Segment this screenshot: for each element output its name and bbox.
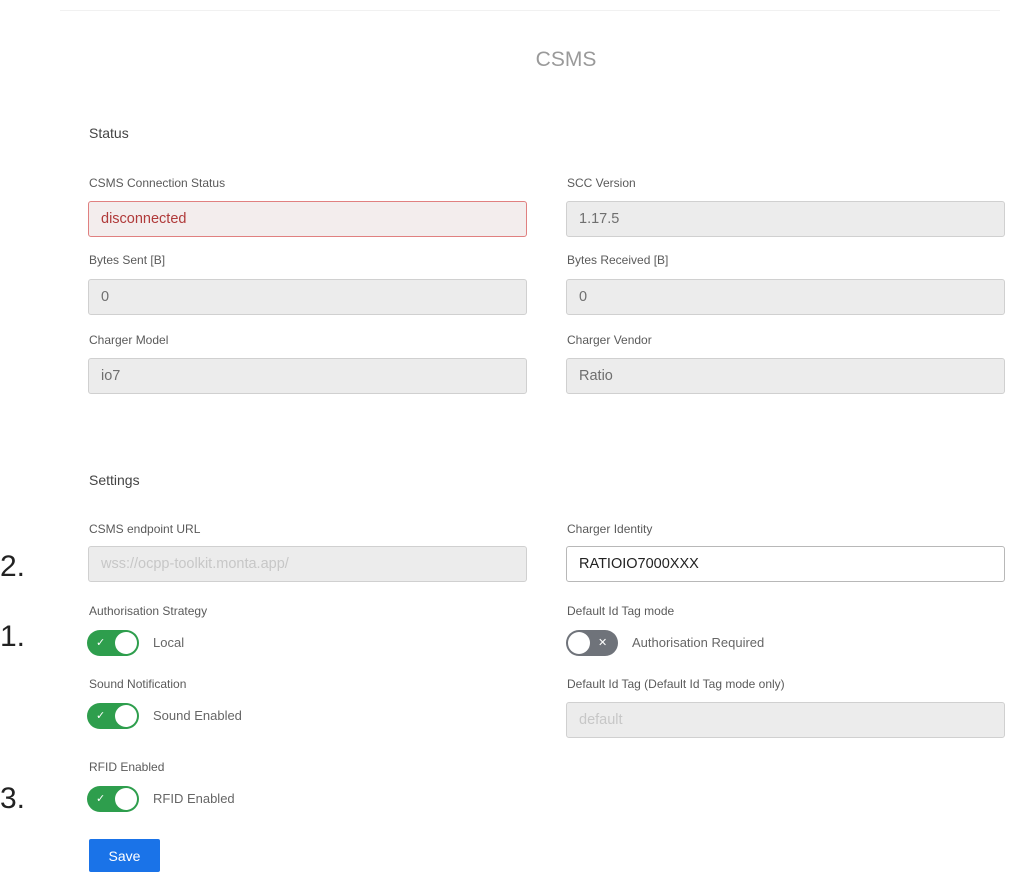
bytes-sent-field: 0 [88,279,527,315]
auth-strategy-toggle[interactable]: ✓ [87,630,139,656]
default-id-tag-mode-toggle[interactable]: ✕ [566,630,618,656]
auth-strategy-label: Authorisation Strategy [89,604,208,618]
scc-version-field: 1.17.5 [566,201,1005,237]
connection-status-label: CSMS Connection Status [89,176,226,190]
default-id-tag-label: Default Id Tag (Default Id Tag mode only… [567,677,785,691]
rfid-label: RFID Enabled [89,760,165,774]
toggle-knob [115,632,137,654]
charger-model-label: Charger Model [89,333,169,347]
scc-version-label: SCC Version [567,176,636,190]
save-button[interactable]: Save [89,839,160,872]
sound-notification-text: Sound Enabled [153,708,242,723]
default-id-tag-input[interactable]: default [566,702,1005,738]
charger-vendor-label: Charger Vendor [567,333,652,347]
top-divider [60,10,1000,11]
bytes-received-label: Bytes Received [B] [567,253,669,267]
bytes-received-field: 0 [566,279,1005,315]
sound-notification-label: Sound Notification [89,677,187,691]
x-icon: ✕ [598,637,608,649]
page-title: CSMS [535,48,597,71]
charger-identity-input[interactable]: RATIOIO7000XXX [566,546,1005,582]
charger-model-field: io7 [88,358,527,394]
settings-heading: Settings [89,472,140,488]
sound-notification-toggle[interactable]: ✓ [87,703,139,729]
marker-1: 1. [0,620,26,653]
charger-vendor-field: Ratio [566,358,1005,394]
check-icon: ✓ [96,793,106,805]
check-icon: ✓ [96,710,106,722]
marker-3: 3. [0,782,26,815]
auth-strategy-text: Local [153,635,185,650]
endpoint-url-input[interactable]: wss://ocpp-toolkit.monta.app/ [88,546,527,582]
status-heading: Status [89,125,129,141]
bytes-sent-label: Bytes Sent [B] [89,253,166,267]
default-id-tag-mode-label: Default Id Tag mode [567,604,675,618]
check-icon: ✓ [96,637,106,649]
endpoint-url-label: CSMS endpoint URL [89,522,201,536]
marker-2: 2. [0,550,26,583]
default-id-tag-mode-text: Authorisation Required [632,635,765,650]
rfid-toggle[interactable]: ✓ [87,786,139,812]
toggle-knob [115,705,137,727]
toggle-knob [568,632,590,654]
rfid-text: RFID Enabled [153,791,235,806]
connection-status-field: disconnected [88,201,527,237]
toggle-knob [115,788,137,810]
charger-identity-label: Charger Identity [567,522,653,536]
